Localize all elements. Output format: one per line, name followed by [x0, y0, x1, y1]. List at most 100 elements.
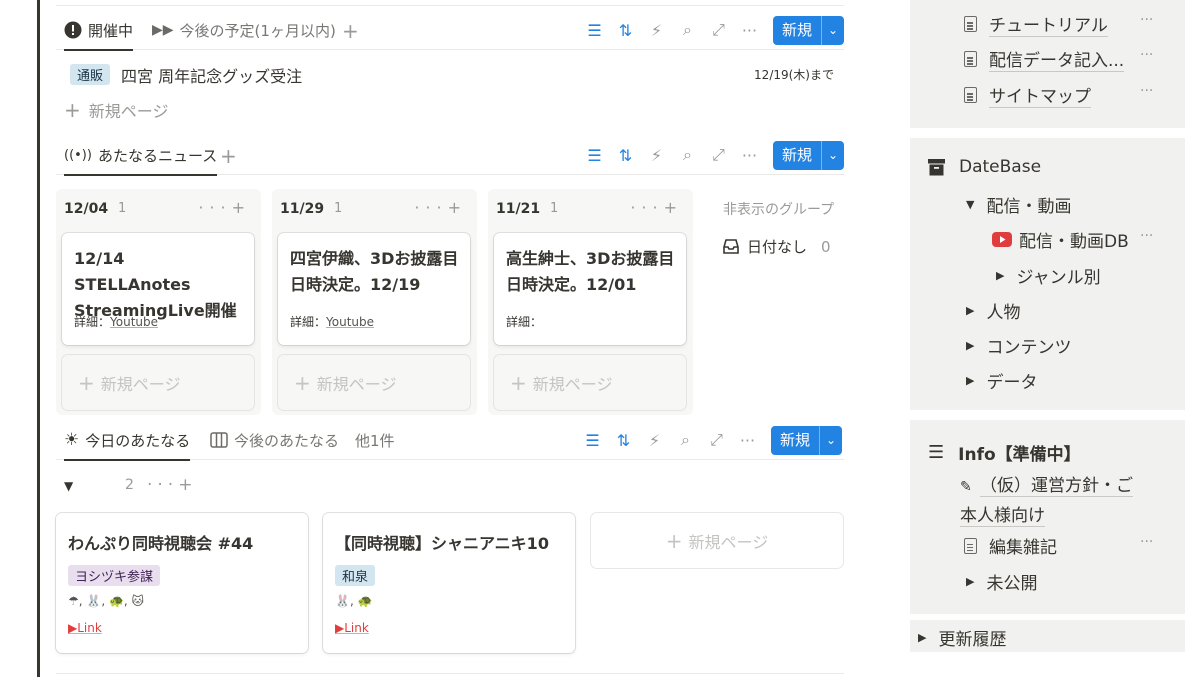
chevron-down-icon[interactable]: ⌄ [820, 426, 842, 455]
news-card[interactable]: 四宮伊織、3Dお披露目日時決定。12/19 詳細：Youtube [278, 233, 470, 345]
detail-link[interactable]: Youtube [326, 315, 374, 329]
sidebar-item-sitemap[interactable]: サイトマップ [964, 82, 1091, 108]
automation-icon[interactable]: ⚡ [641, 21, 672, 40]
more-icon[interactable]: ··· [1140, 47, 1153, 63]
automation-icon[interactable]: ⚡ [639, 431, 670, 450]
add-view-icon[interactable]: + [342, 19, 359, 43]
add-view-icon[interactable]: + [220, 144, 237, 168]
chevron-down-icon[interactable]: ⌄ [822, 141, 844, 170]
tab-today[interactable]: ☀ 今日のあたなる [64, 420, 191, 461]
new-page-label: 新規ページ [88, 102, 169, 121]
filter-icon[interactable]: ☰ [577, 431, 608, 450]
card-link[interactable]: ▶Link [68, 621, 102, 635]
expand-icon[interactable]: ⤢ [701, 430, 732, 450]
collapse-triangle-icon[interactable]: ▼ [64, 479, 73, 493]
filter-icon[interactable]: ☰ [579, 21, 610, 40]
new-page-button[interactable]: + 新規ページ [64, 98, 168, 122]
sidebar-item-database[interactable]: DateBase [928, 157, 1041, 177]
board-column: 12/04 1 ···+ 12/14 STELLAnotes Streaming… [56, 189, 261, 415]
list-item[interactable]: 通販 四宮 周年記念グッズ受注 12/19(木)まで [70, 63, 844, 86]
sidebar-item-data-entry[interactable]: 配信データ記入... [964, 46, 1125, 72]
expand-icon[interactable]: ⤢ [703, 145, 734, 165]
news-card[interactable]: 高生紳士、3Dお披露目日時決定。12/01 詳細： [494, 233, 686, 345]
more-icon[interactable]: ··· [1140, 12, 1153, 28]
tab-more-views[interactable]: 他1件 [355, 420, 395, 460]
hidden-group-no-date[interactable]: 日付なし 0 [723, 236, 831, 257]
tab-label: 他1件 [355, 431, 395, 450]
column-count: 1 [118, 201, 127, 216]
triangle-right-icon[interactable]: ▶ [966, 575, 974, 588]
sidebar-item-label: （仮）運営方針・ご [980, 476, 1133, 497]
more-icon[interactable]: ··· [732, 431, 763, 450]
sidebar-item-info[interactable]: ☰ Info【準備中】 [928, 440, 1081, 465]
sort-icon[interactable]: ⇅ [608, 431, 639, 450]
filter-icon[interactable]: ☰ [579, 146, 610, 165]
column-tools[interactable]: ···+ [414, 198, 467, 217]
sidebar-item-unpublished[interactable]: ▶ 未公開 [966, 569, 1037, 594]
detail-label: 詳細： [506, 315, 543, 329]
sidebar-item-editing[interactable]: 編集雑記 [964, 533, 1057, 558]
sidebar-database-panel: DateBase ▼ 配信・動画 配信・動画DB ··· ▶ ジャンル別 ▶ 人… [910, 138, 1185, 410]
automation-icon[interactable]: ⚡ [641, 146, 672, 165]
new-page-card[interactable]: + 新規ページ [278, 355, 470, 410]
divider [56, 5, 844, 6]
tab-upcoming[interactable]: ▶▶ 今後の予定(1ヶ月以内) [152, 10, 336, 50]
more-icon[interactable]: ··· [1140, 228, 1153, 244]
new-button[interactable]: 新規 ⌄ [770, 425, 842, 455]
tab-news[interactable]: ((•)) あたなるニュース [64, 135, 218, 176]
new-page-label: 新規ページ [100, 374, 181, 394]
search-icon[interactable]: ⌕ [672, 20, 703, 40]
search-icon[interactable]: ⌕ [672, 145, 703, 165]
more-icon[interactable]: ··· [734, 146, 765, 165]
new-page-card[interactable]: + 新規ページ [62, 355, 254, 410]
sidebar-item-label: 配信・動画 [986, 197, 1072, 217]
new-page-card[interactable]: + 新規ページ [591, 513, 843, 568]
sidebar-item-data[interactable]: ▶ データ [966, 368, 1037, 393]
sidebar-item-contents[interactable]: ▶ コンテンツ [966, 333, 1071, 358]
sidebar-item-tutorial[interactable]: チュートリアル [964, 11, 1108, 37]
column-tools[interactable]: ···+ [198, 198, 251, 217]
chevron-down-icon[interactable]: ⌄ [822, 16, 844, 45]
plus-icon: + [78, 370, 95, 395]
triangle-right-icon[interactable]: ▶ [996, 269, 1004, 282]
triangle-right-icon[interactable]: ▶ [966, 339, 974, 352]
expand-icon[interactable]: ⤢ [703, 20, 734, 40]
sidebar-item-label: DateBase [959, 157, 1042, 177]
triangle-right-icon[interactable]: ▶ [966, 304, 974, 317]
sidebar-item-history[interactable]: ▶ 更新履歴 [918, 625, 1006, 650]
sidebar-item-genre[interactable]: ▶ ジャンル別 [996, 263, 1101, 288]
gallery-card[interactable]: 【同時視聴】シャニアニキ10 和泉 🐰, 🐢 ▶Link [323, 513, 575, 653]
sort-icon[interactable]: ⇅ [610, 146, 641, 165]
inbox-icon [723, 239, 739, 254]
tab-ongoing[interactable]: 開催中 [64, 10, 134, 51]
triangle-down-icon[interactable]: ▼ [966, 198, 974, 211]
page-icon [964, 16, 977, 32]
view-toolbar: ☰ ⇅ ⚡ ⌕ ⤢ ··· 新規 ⌄ [579, 135, 844, 175]
sort-icon[interactable]: ⇅ [610, 21, 641, 40]
sidebar-item-haishin[interactable]: ▼ 配信・動画 [966, 192, 1071, 217]
menu-icon: ☰ [928, 442, 945, 463]
card-title: 四宮伊織、3Dお披露目日時決定。12/19 [290, 249, 459, 294]
sidebar-item-policy[interactable]: ✎ （仮）運営方針・ご 本人様向け [960, 472, 1165, 531]
card-link[interactable]: ▶Link [335, 621, 369, 635]
gallery-card[interactable]: わんぷり同時視聴会 #44 ヨシヅキ参謀 ☂, 🐰, 🐢, 🐱 ▶Link [56, 513, 308, 653]
more-icon[interactable]: ··· [1140, 83, 1153, 99]
sidebar-item-person[interactable]: ▶ 人物 [966, 298, 1020, 323]
tab-future[interactable]: 今後のあたなる [210, 420, 339, 460]
new-button[interactable]: 新規 ⌄ [772, 15, 844, 45]
column-date: 11/21 [496, 201, 541, 217]
group-tools[interactable]: ···+ [147, 475, 197, 495]
triangle-right-icon[interactable]: ▶ [966, 374, 974, 387]
more-icon[interactable]: ··· [1140, 534, 1153, 550]
detail-link[interactable]: Youtube [110, 315, 158, 329]
search-icon[interactable]: ⌕ [670, 430, 701, 450]
triangle-right-icon[interactable]: ▶ [918, 631, 926, 644]
page-left-border [37, 0, 40, 677]
new-button[interactable]: 新規 ⌄ [772, 140, 844, 170]
news-card[interactable]: 12/14 STELLAnotes StreamingLive開催 詳細：You… [62, 233, 254, 345]
sidebar-item-haishin-db[interactable]: 配信・動画DB [992, 227, 1129, 252]
column-tools[interactable]: ···+ [630, 198, 683, 217]
more-icon[interactable]: ··· [734, 21, 765, 40]
new-page-card[interactable]: + 新規ページ [494, 355, 686, 410]
archive-icon [928, 158, 945, 175]
